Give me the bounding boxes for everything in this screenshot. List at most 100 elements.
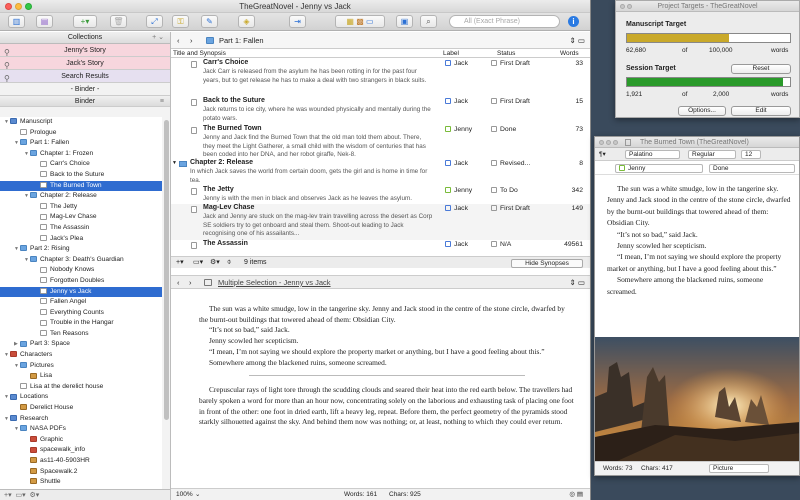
manuscript-unit[interactable]: words [771, 47, 788, 54]
qr-text[interactable]: The sun was a white smudge, low in the t… [595, 175, 799, 297]
outline-row[interactable]: Mag-Lev Chase Jack and Jenny are stuck on… [171, 204, 590, 240]
paragraph[interactable]: Jenny scowled her scepticism. [607, 240, 791, 251]
col-label[interactable]: Label [443, 49, 459, 58]
row-label[interactable]: Jack [445, 98, 468, 105]
split-toggle-icon[interactable]: ⇕ ▭ [570, 276, 585, 289]
row-title[interactable]: The Burned Town [203, 125, 262, 132]
binder-item[interactable]: ▼ Chapter 2: Release [0, 191, 162, 202]
row-label[interactable]: Jack [445, 241, 468, 248]
outline-row[interactable]: The Burned Town Jenny and Jack find the B… [171, 125, 590, 160]
compile-icon[interactable]: ⇥ [289, 15, 306, 28]
view-select[interactable]: Picture [709, 464, 769, 473]
quick-search-icon[interactable]: ⌕ [420, 15, 437, 28]
add-collection-icon[interactable]: + ⌄ [152, 32, 164, 44]
binder-scrollbar[interactable] [164, 120, 169, 420]
binder-item[interactable]: ▼ Characters [0, 350, 162, 361]
composition-mode-icon[interactable]: ⤢ [146, 15, 163, 28]
collection-jennys-story[interactable]: ⚲ Jenny's Story [0, 44, 170, 57]
row-status[interactable]: First Draft [491, 205, 530, 212]
inspector-info-icon[interactable]: i [568, 16, 579, 27]
search-input[interactable]: All (Exact Phrase) [449, 15, 560, 28]
row-status[interactable]: First Draft [491, 98, 530, 105]
binder-item[interactable]: Ten Reasons [0, 329, 162, 340]
folder-add-icon[interactable]: ▭▾ [16, 492, 26, 499]
binder-item[interactable]: ▼ Part 1: Fallen [0, 138, 162, 149]
back-icon[interactable]: ‹ [177, 32, 180, 49]
row-status[interactable]: First Draft [491, 60, 530, 67]
row-status[interactable]: To Do [491, 187, 518, 194]
binder-item[interactable]: Prologue [0, 128, 162, 139]
forward-icon[interactable]: › [190, 32, 193, 49]
binder-item[interactable]: ▼ Pictures [0, 361, 162, 372]
outline-path[interactable]: Part 1: Fallen [219, 32, 264, 49]
row-synopsis[interactable]: Jenny and Jack find the Burned Town that… [203, 134, 433, 160]
editor-text[interactable]: The sun was a white smudge, low in the t… [199, 304, 575, 428]
editor-title[interactable]: Multiple Selection - Jenny vs Jack [218, 276, 331, 289]
session-goal[interactable]: 2,000 [713, 91, 729, 98]
paragraph-style-icon[interactable]: ¶▾ [599, 150, 606, 158]
paragraph[interactable]: “It’s not so bad,” said Jack. [199, 325, 575, 336]
paragraph[interactable]: Somewhere among the blackened ruins, som… [199, 358, 575, 369]
binder-item[interactable]: Mag-Lev Chase [0, 212, 162, 223]
row-title[interactable]: Back to the Suture [203, 97, 265, 104]
collection-binder[interactable]: - Binder - [0, 83, 170, 96]
paragraph[interactable]: The sun was a white smudge, low in the t… [607, 183, 791, 229]
row-title[interactable]: Carr's Choice [203, 59, 248, 66]
row-label[interactable]: Jenny [445, 187, 472, 194]
binder-item[interactable]: Nobody Knows [0, 265, 162, 276]
disclosure-triangle-icon[interactable]: ▼ [172, 160, 177, 166]
collection-search-results[interactable]: ⚲ Search Results [0, 70, 170, 83]
paragraph[interactable]: Crepuscular rays of light tore through t… [199, 385, 575, 428]
paragraph[interactable]: Somewhere among the blackened ruins, som… [607, 274, 791, 297]
row-synopsis[interactable]: Jack Carr is released from the asylum he… [203, 68, 433, 85]
row-label[interactable]: Jenny [445, 126, 472, 133]
inspector-comments-icon[interactable]: ▣ [396, 15, 413, 28]
binder-item[interactable]: ▼ Manuscript [0, 117, 162, 128]
binder-item[interactable]: Carr's Choice [0, 159, 162, 170]
binder-item[interactable]: The Assassin [0, 223, 162, 234]
snapshot-icon[interactable]: ◈ [238, 15, 255, 28]
binder-menu-icon[interactable]: ≡ [160, 96, 164, 107]
row-label[interactable]: Jack [445, 60, 468, 67]
hide-synopses-button[interactable]: Hide Synopses [511, 259, 583, 268]
binder-item[interactable]: ▼ Research [0, 414, 162, 425]
tag-icon[interactable]: ⌽ [227, 257, 231, 269]
binder-item[interactable]: Back to the Suture [0, 170, 162, 181]
binder-item[interactable]: Lisa at the derelict house [0, 382, 162, 393]
split-toggle-icon[interactable]: ⇕ ▭ [570, 32, 585, 49]
status-select[interactable]: Done [709, 164, 795, 173]
binder-item[interactable]: as11-40-5903HR [0, 456, 162, 467]
binder-item[interactable]: Fallen Angel [0, 297, 162, 308]
binder-item[interactable]: Forgotten Doubles [0, 276, 162, 287]
binder-item[interactable]: Everything Counts [0, 308, 162, 319]
outline-row[interactable]: Back to the Suture Jack returns to ice ci… [171, 97, 590, 125]
settings-gear-icon[interactable]: ⚙▾ [210, 257, 220, 269]
settings-gear-icon[interactable]: ⚙▾ [30, 492, 40, 499]
binder-item[interactable]: ▼ NASA PDFs [0, 424, 162, 435]
row-label[interactable]: Jack [445, 205, 468, 212]
edit-button[interactable]: Edit [731, 106, 791, 116]
row-synopsis[interactable]: Jack returns to ice city, where he was w… [203, 106, 433, 123]
close-window-button[interactable] [599, 140, 604, 145]
font-select[interactable]: Palatino [625, 150, 680, 159]
style-select[interactable]: Regular [688, 150, 736, 159]
outline-row[interactable]: The Jetty Jenny is with the men in black … [171, 186, 590, 204]
collection-jacks-story[interactable]: ⚲ Jack's Story [0, 57, 170, 70]
row-synopsis[interactable]: In which Jack saves the world from certa… [190, 168, 433, 185]
paragraph[interactable]: The sun was a white smudge, low in the t… [199, 304, 575, 325]
binder-item[interactable]: Jack's Plea [0, 234, 162, 245]
binder-item[interactable]: Lisa [0, 371, 162, 382]
row-synopsis[interactable]: Jack and Jenny are stuck on the mag-lev … [203, 213, 433, 239]
binder-item[interactable]: Trouble in the Hangar [0, 318, 162, 329]
collections-icon[interactable]: ▤ [36, 15, 53, 28]
scrivenings-view-icon[interactable]: ▭ [366, 17, 374, 26]
session-unit[interactable]: words [771, 91, 788, 98]
outline-row[interactable]: The Assassin Jack N/A 49561 [171, 240, 590, 252]
binder-item[interactable]: ▼ Locations [0, 392, 162, 403]
outline-row[interactable]: ▼ Chapter 2: Release In which Jack saves t… [171, 159, 590, 186]
binder-item[interactable]: Spacewalk.2 [0, 467, 162, 478]
zoom-level[interactable]: 100% [176, 489, 193, 500]
manuscript-goal[interactable]: 100,000 [709, 47, 733, 54]
zoom-dropdown-icon[interactable]: ⌄ [195, 489, 200, 500]
binder-item[interactable]: The Jetty [0, 202, 162, 213]
